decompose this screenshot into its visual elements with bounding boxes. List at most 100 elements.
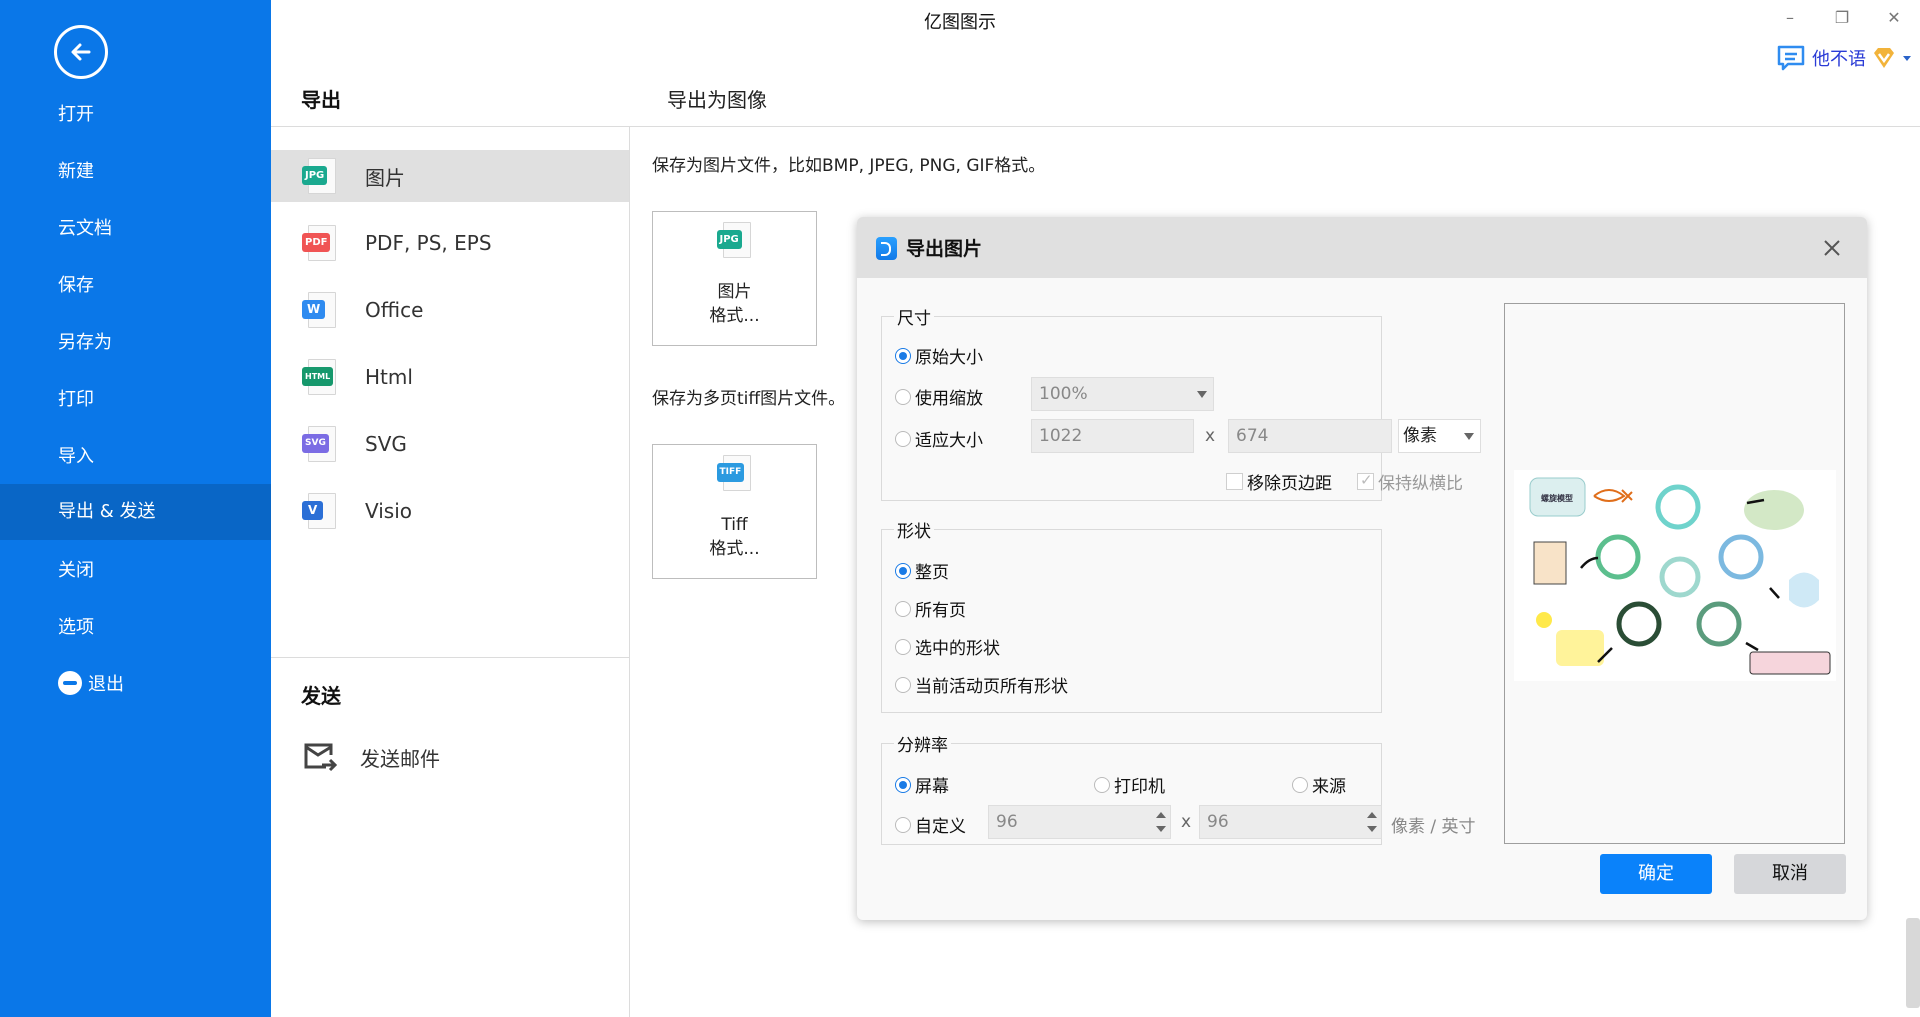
radio-label: 打印机 <box>1114 777 1165 797</box>
dpi-x-value: 96 <box>996 812 1018 832</box>
spin-down-icon[interactable] <box>1156 826 1166 832</box>
dpi-x-separator: x <box>1181 812 1192 832</box>
unit-select[interactable]: 像素 <box>1398 419 1481 453</box>
restore-button[interactable]: ❐ <box>1822 4 1862 32</box>
zoom-select[interactable]: 100% <box>1031 377 1214 411</box>
radio-label: 整页 <box>915 563 949 583</box>
dialog-header[interactable]: 导出图片 <box>857 217 1867 278</box>
radio-button[interactable] <box>1094 776 1110 793</box>
radio-button[interactable] <box>1292 776 1308 793</box>
height-input[interactable]: 674 <box>1228 419 1392 453</box>
export-item-html[interactable]: HTML Html <box>271 351 629 403</box>
dpi-x-stepper[interactable]: 96 <box>988 805 1171 839</box>
html-file-icon: HTML <box>302 359 338 395</box>
radio-whole-page[interactable]: 整页 <box>895 558 949 583</box>
radio-button[interactable] <box>895 430 911 447</box>
export-item-visio[interactable]: V Visio <box>271 485 629 537</box>
radio-all-pages[interactable]: 所有页 <box>895 596 966 621</box>
dialog-close-button[interactable] <box>1817 233 1847 263</box>
spin-down-icon[interactable] <box>1367 826 1377 832</box>
export-image-dialog: 导出图片 尺寸 原始大小 使用缩放 适应大小 100% 1022 x 674 像… <box>857 217 1867 920</box>
radio-label: 选中的形状 <box>915 639 1000 659</box>
radio-button[interactable] <box>895 816 911 833</box>
comment-icon[interactable] <box>1776 44 1806 72</box>
sidebar-item-label: 新建 <box>58 161 94 182</box>
checkbox-label: 保持纵横比 <box>1378 474 1463 494</box>
sidebar-item-new[interactable]: 新建 <box>0 144 271 200</box>
radio-button[interactable] <box>895 638 911 655</box>
radio-source[interactable]: 来源 <box>1292 772 1346 797</box>
export-item-label: Visio <box>365 499 413 523</box>
export-item-label: Html <box>365 365 413 389</box>
app-title: 亿图图示 <box>924 12 996 33</box>
radio-selected-shapes[interactable]: 选中的形状 <box>895 634 1000 659</box>
send-email-item[interactable]: 发送邮件 <box>271 731 629 783</box>
tiff-format-button[interactable]: TIFF Tiff 格式... <box>652 444 817 579</box>
scrollbar-thumb[interactable] <box>1906 918 1920 1008</box>
close-icon <box>1824 240 1840 256</box>
radio-label: 所有页 <box>915 601 966 621</box>
radio-label: 自定义 <box>915 817 966 837</box>
sidebar-item-save-as[interactable]: 另存为 <box>0 315 271 371</box>
preview-image: 螺旋模型 <box>1514 470 1836 681</box>
sidebar-item-print[interactable]: 打印 <box>0 372 271 428</box>
dialog-title: 导出图片 <box>906 238 983 260</box>
radio-button[interactable] <box>895 347 911 364</box>
send-email-label: 发送邮件 <box>360 746 440 771</box>
radio-custom[interactable]: 自定义 <box>895 812 966 837</box>
size-x-separator: x <box>1205 426 1216 446</box>
width-input[interactable]: 1022 <box>1031 419 1194 453</box>
radio-button[interactable] <box>895 388 911 405</box>
radio-active-page-shapes[interactable]: 当前活动页所有形状 <box>895 672 1068 697</box>
image-format-button[interactable]: JPG 图片 格式... <box>652 211 817 346</box>
radio-label: 屏幕 <box>915 777 949 797</box>
sidebar-item-exit[interactable]: 退出 <box>0 657 271 713</box>
sidebar-item-import[interactable]: 导入 <box>0 429 271 485</box>
dpi-y-value: 96 <box>1207 812 1229 832</box>
sidebar-item-label: 保存 <box>58 275 94 296</box>
radio-label: 来源 <box>1312 777 1346 797</box>
close-window-button[interactable]: ✕ <box>1874 4 1914 32</box>
image-format-sublabel: 格式... <box>709 306 760 326</box>
sidebar-item-save[interactable]: 保存 <box>0 258 271 314</box>
checkbox[interactable] <box>1357 471 1374 490</box>
sidebar-item-cloud[interactable]: 云文档 <box>0 201 271 257</box>
keep-ratio-checkbox[interactable]: 保持纵横比 <box>1357 469 1463 494</box>
export-item-office[interactable]: W Office <box>271 284 629 336</box>
size-legend: 尺寸 <box>897 309 931 329</box>
checkbox[interactable] <box>1226 473 1243 490</box>
dpi-y-stepper[interactable]: 96 <box>1199 805 1382 839</box>
export-item-pdf[interactable]: PDF PDF, PS, EPS <box>271 217 629 269</box>
sidebar-item-options[interactable]: 选项 <box>0 600 271 656</box>
radio-use-zoom[interactable]: 使用缩放 <box>895 384 983 409</box>
export-item-svg[interactable]: SVG SVG <box>271 418 629 470</box>
export-item-label: Office <box>365 298 424 322</box>
user-menu-chevron-icon[interactable] <box>1902 53 1912 63</box>
radio-button[interactable] <box>895 676 911 693</box>
diagram-title: 螺旋模型 <box>1541 493 1573 503</box>
radio-button[interactable] <box>895 776 911 793</box>
export-item-image[interactable]: JPG 图片 <box>271 150 629 202</box>
spin-up-icon[interactable] <box>1156 812 1166 818</box>
radio-original-size[interactable]: 原始大小 <box>895 343 983 368</box>
radio-button[interactable] <box>895 562 911 579</box>
ok-button[interactable]: 确定 <box>1600 854 1712 894</box>
user-area[interactable]: 他不语 <box>1776 42 1912 74</box>
minimize-button[interactable]: – <box>1770 4 1810 32</box>
radio-printer[interactable]: 打印机 <box>1094 772 1165 797</box>
radio-button[interactable] <box>895 600 911 617</box>
sidebar-item-open[interactable]: 打开 <box>0 87 271 143</box>
sidebar-item-close[interactable]: 关闭 <box>0 543 271 599</box>
visio-file-icon: V <box>302 493 338 529</box>
radio-screen[interactable]: 屏幕 <box>895 772 949 797</box>
cancel-button[interactable]: 取消 <box>1734 854 1846 894</box>
export-header: 导出 <box>301 88 341 112</box>
sidebar: 打开 新建 云文档 保存 另存为 打印 导入 导出 & 发送 关闭 选项 退出 <box>0 0 271 1017</box>
tiff-file-icon: TIFF <box>716 455 753 491</box>
user-name[interactable]: 他不语 <box>1812 45 1866 71</box>
back-button[interactable] <box>54 25 108 79</box>
sidebar-item-export-send[interactable]: 导出 & 发送 <box>0 484 271 540</box>
radio-fit-size[interactable]: 适应大小 <box>895 426 983 451</box>
remove-margin-checkbox[interactable]: 移除页边距 <box>1226 469 1332 494</box>
spin-up-icon[interactable] <box>1367 812 1377 818</box>
